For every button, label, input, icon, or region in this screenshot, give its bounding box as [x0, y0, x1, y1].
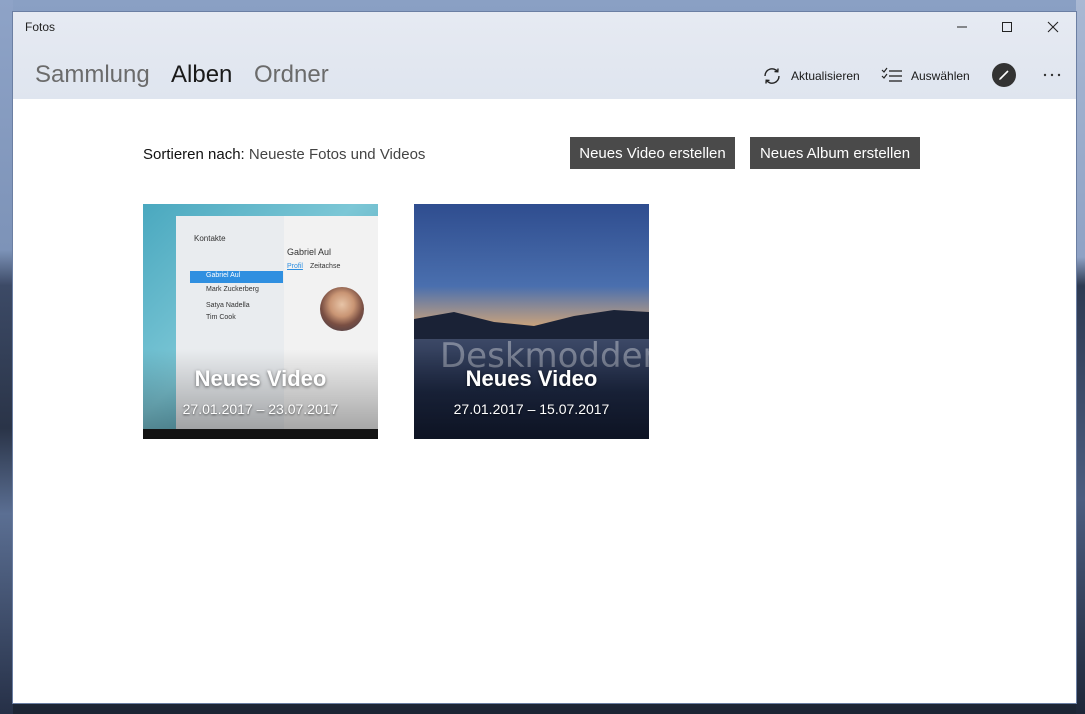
app-title: Fotos: [25, 20, 56, 34]
minimize-button[interactable]: [939, 12, 985, 42]
thumbnail-header: Kontakte: [194, 234, 226, 243]
title-bar: Fotos Sammlung Alben Ordner Aktualisiere…: [13, 12, 1076, 99]
refresh-icon: [764, 68, 780, 84]
desktop-background-right: [1076, 0, 1085, 714]
more-options-button[interactable]: [1041, 64, 1063, 86]
album-title: Neues Video: [194, 366, 327, 391]
thumbnail-avatar: [320, 287, 364, 331]
more-icon: [1043, 73, 1061, 77]
refresh-button[interactable]: Aktualisieren: [761, 64, 860, 88]
select-label: Auswählen: [911, 69, 970, 83]
thumbnail-list-item: Satya Nadella: [206, 302, 250, 309]
thumbnail-contact-name: Gabriel Aul: [287, 247, 332, 257]
maximize-icon: [1002, 22, 1012, 32]
close-button[interactable]: [1030, 12, 1076, 42]
album-title: Neues Video: [465, 366, 598, 391]
pen-icon: [999, 70, 1009, 80]
thumbnail-list-item: Mark Zuckerberg: [206, 286, 259, 293]
checklist-icon: [881, 67, 902, 82]
album-dates: 27.01.2017 – 23.07.2017: [182, 401, 339, 417]
thumbnail-list-item: Gabriel Aul: [206, 272, 241, 279]
thumbnail-tab-profile: Profil: [287, 263, 303, 270]
thumbnail-list-item: Tim Cook: [206, 314, 236, 321]
new-video-button[interactable]: Neues Video erstellen: [570, 137, 735, 169]
album-dates: 27.01.2017 – 15.07.2017: [453, 401, 610, 417]
new-album-button[interactable]: Neues Album erstellen: [750, 137, 920, 169]
sort-value[interactable]: Neueste Fotos und Videos: [249, 146, 426, 163]
minimize-icon: [957, 26, 967, 28]
sort-label: Sortieren nach:: [143, 146, 245, 163]
pen-button[interactable]: [992, 63, 1016, 87]
sort-control[interactable]: Sortieren nach: Neueste Fotos und Videos: [143, 146, 425, 163]
select-button[interactable]: Auswählen: [881, 64, 970, 88]
tab-ordner[interactable]: Ordner: [254, 61, 329, 89]
tab-sammlung[interactable]: Sammlung: [35, 61, 150, 89]
thumbnail-tab-timeline: Zeitachse: [310, 263, 341, 270]
tab-alben[interactable]: Alben: [171, 61, 232, 89]
tile-shade: [414, 349, 649, 439]
close-icon: [1047, 21, 1059, 33]
maximize-button[interactable]: [984, 12, 1030, 42]
photos-app-window: Fotos Sammlung Alben Ordner Aktualisiere…: [13, 12, 1076, 703]
desktop-background-left: [0, 0, 13, 714]
album-tile[interactable]: Deskmodder.de Neues Video 27.01.2017 – 1…: [414, 204, 649, 439]
refresh-label: Aktualisieren: [791, 69, 860, 83]
tile-shade: [143, 349, 378, 439]
album-tile[interactable]: Kontakte Gabriel Aul Mark Zuckerberg Sat…: [143, 204, 378, 439]
